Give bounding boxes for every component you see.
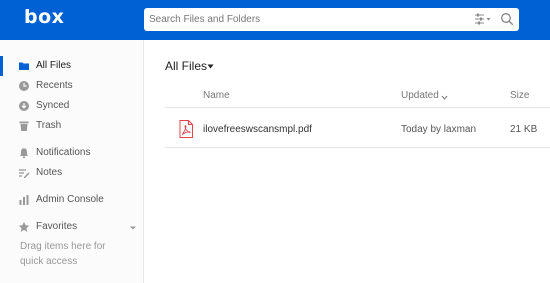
sidebar-item-label: Trash bbox=[36, 120, 62, 131]
sidebar-item-label: Recents bbox=[36, 80, 73, 91]
sidebar-item-label: Admin Console bbox=[36, 194, 104, 205]
trash-icon bbox=[19, 121, 29, 131]
column-header-size[interactable]: Size bbox=[510, 90, 529, 101]
page-title[interactable]: All Files bbox=[165, 59, 207, 73]
star-icon bbox=[18, 221, 30, 232]
caret-down-icon[interactable] bbox=[207, 64, 214, 69]
search-input[interactable] bbox=[144, 8, 464, 31]
sidebar-item-label: All Files bbox=[36, 60, 72, 71]
sidebar-item-notifications[interactable]: Notifications bbox=[0, 143, 143, 163]
column-header-name[interactable]: Name bbox=[203, 90, 230, 101]
file-updated: Today by laxman bbox=[401, 124, 477, 135]
sidebar-item-label: Synced bbox=[36, 100, 70, 111]
pdf-icon bbox=[179, 120, 193, 138]
clock-icon bbox=[19, 81, 29, 91]
search-icon[interactable] bbox=[500, 12, 514, 26]
sidebar-item-label: Notes bbox=[36, 167, 63, 178]
notes-icon bbox=[19, 169, 30, 178]
header-divider bbox=[165, 107, 550, 108]
sidebar-item-favorites[interactable]: Favorites bbox=[0, 217, 143, 237]
sidebar-item-recents[interactable]: Recents bbox=[0, 76, 143, 96]
file-name[interactable]: ilovefreeswscansmpl.pdf bbox=[203, 124, 312, 135]
search-box[interactable] bbox=[144, 8, 519, 31]
main-content: All Files Name Updated Size ilovefreesws… bbox=[144, 40, 550, 283]
sidebar: All Files Recents Synced Trash Notificat… bbox=[0, 40, 144, 283]
chevron-down-icon[interactable] bbox=[129, 225, 137, 231]
table-row[interactable]: ilovefreeswscansmpl.pdf Today by laxman … bbox=[165, 112, 550, 147]
filter-icon[interactable] bbox=[474, 13, 492, 26]
sidebar-item-label: Notifications bbox=[36, 147, 91, 158]
sidebar-item-admin-console[interactable]: Admin Console bbox=[0, 190, 143, 210]
active-indicator bbox=[0, 56, 3, 76]
sidebar-item-label: Favorites bbox=[36, 221, 78, 232]
box-logo[interactable]: box bbox=[24, 6, 64, 28]
sync-icon bbox=[19, 101, 29, 111]
folder-icon bbox=[19, 62, 29, 70]
sort-chevron-icon[interactable] bbox=[441, 95, 448, 100]
sidebar-item-synced[interactable]: Synced bbox=[0, 96, 143, 116]
sidebar-item-trash[interactable]: Trash bbox=[0, 116, 143, 136]
favorites-hint: Drag items here for quick access bbox=[20, 241, 106, 267]
sidebar-item-all-files[interactable]: All Files bbox=[0, 56, 143, 76]
bar-chart-icon bbox=[19, 195, 29, 205]
top-header: box bbox=[0, 0, 550, 40]
file-size: 21 KB bbox=[510, 124, 538, 135]
row-divider bbox=[165, 147, 550, 148]
column-header-updated[interactable]: Updated bbox=[401, 90, 439, 101]
sidebar-item-notes[interactable]: Notes bbox=[0, 163, 143, 183]
bell-icon bbox=[20, 148, 28, 159]
